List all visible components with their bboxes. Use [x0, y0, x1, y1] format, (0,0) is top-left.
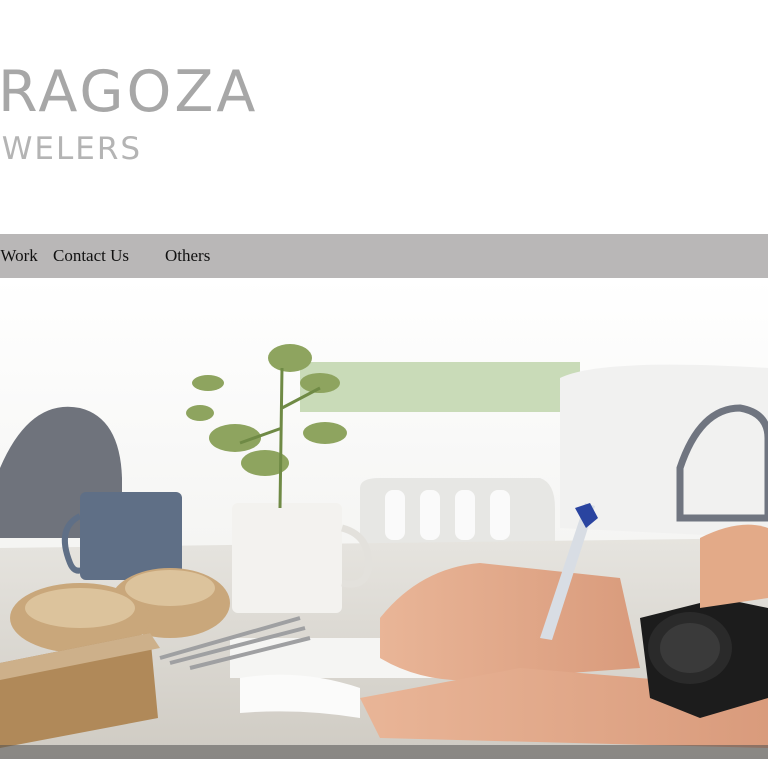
nav-item-our-work[interactable]: Our Work — [0, 234, 38, 278]
site-logo[interactable]: ZARAGOZA JEWELERS — [0, 60, 314, 170]
logo-wordmark: ZARAGOZA — [0, 59, 259, 125]
hero-bottom-overlay — [0, 745, 768, 759]
logo-subtitle: JEWELERS — [0, 131, 143, 167]
page: ZARAGOZA JEWELERS Our Work Contact Us Ot… — [0, 0, 768, 759]
nav-item-others[interactable]: Others — [165, 234, 210, 278]
nav-item-contact-us[interactable]: Contact Us — [53, 234, 129, 278]
main-navigation: Our Work Contact Us Others — [0, 234, 768, 278]
hero-photo-illustration — [0, 278, 768, 759]
hero-image — [0, 278, 768, 759]
